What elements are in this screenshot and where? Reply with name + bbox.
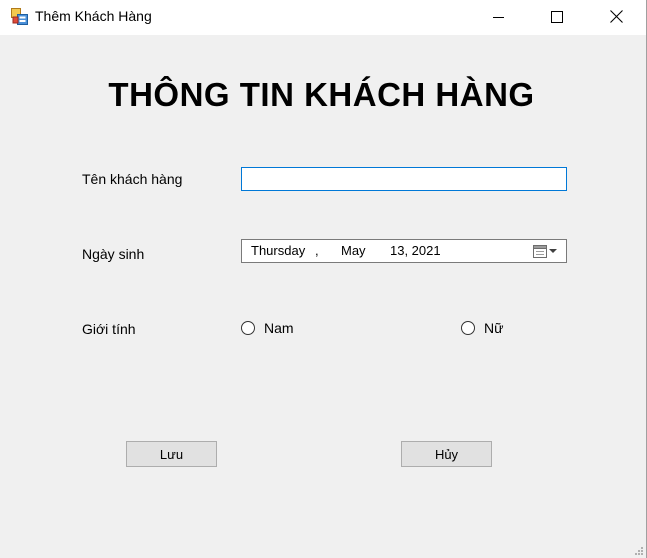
- save-button[interactable]: Lưu: [126, 441, 217, 467]
- gender-option-label: Nữ: [484, 320, 504, 336]
- customer-form-window: Thêm Khách Hàng THÔNG TIN KHÁCH HÀNG Tên…: [0, 0, 647, 558]
- cancel-button[interactable]: Hủy: [401, 441, 492, 467]
- maximize-icon: [551, 10, 563, 23]
- close-button[interactable]: [593, 0, 639, 33]
- gender-label: Giới tính: [82, 321, 136, 337]
- birthdate-month[interactable]: May: [341, 243, 366, 258]
- window-title: Thêm Khách Hàng: [35, 8, 152, 24]
- gender-radio-nam[interactable]: Nam: [241, 320, 294, 336]
- calendar-dropdown-button[interactable]: [532, 243, 564, 259]
- birthdate-weekday[interactable]: Thursday: [251, 243, 305, 258]
- gender-radio-nu[interactable]: Nữ: [461, 320, 503, 336]
- minimize-icon: [493, 16, 504, 18]
- title-bar[interactable]: Thêm Khách Hàng: [0, 0, 646, 35]
- gender-option-label: Nam: [264, 320, 294, 336]
- form-icon: [11, 8, 28, 25]
- birthdate-day-year[interactable]: 13, 2021: [390, 243, 441, 258]
- customer-name-label: Tên khách hàng: [82, 171, 183, 187]
- calendar-dropdown-icon: [533, 245, 557, 258]
- close-icon: [609, 10, 623, 23]
- radio-circle-icon[interactable]: [461, 321, 475, 335]
- maximize-button[interactable]: [534, 0, 580, 33]
- customer-name-input[interactable]: [241, 167, 567, 191]
- minimize-button[interactable]: [476, 0, 522, 33]
- birthdate-label: Ngày sinh: [82, 246, 145, 262]
- birthdate-picker[interactable]: Thursday , May 13, 2021: [241, 239, 567, 263]
- resize-grip-icon[interactable]: [634, 546, 644, 556]
- radio-circle-icon[interactable]: [241, 321, 255, 335]
- birthdate-separator: ,: [315, 243, 319, 258]
- form-heading: THÔNG TIN KHÁCH HÀNG: [108, 76, 535, 113]
